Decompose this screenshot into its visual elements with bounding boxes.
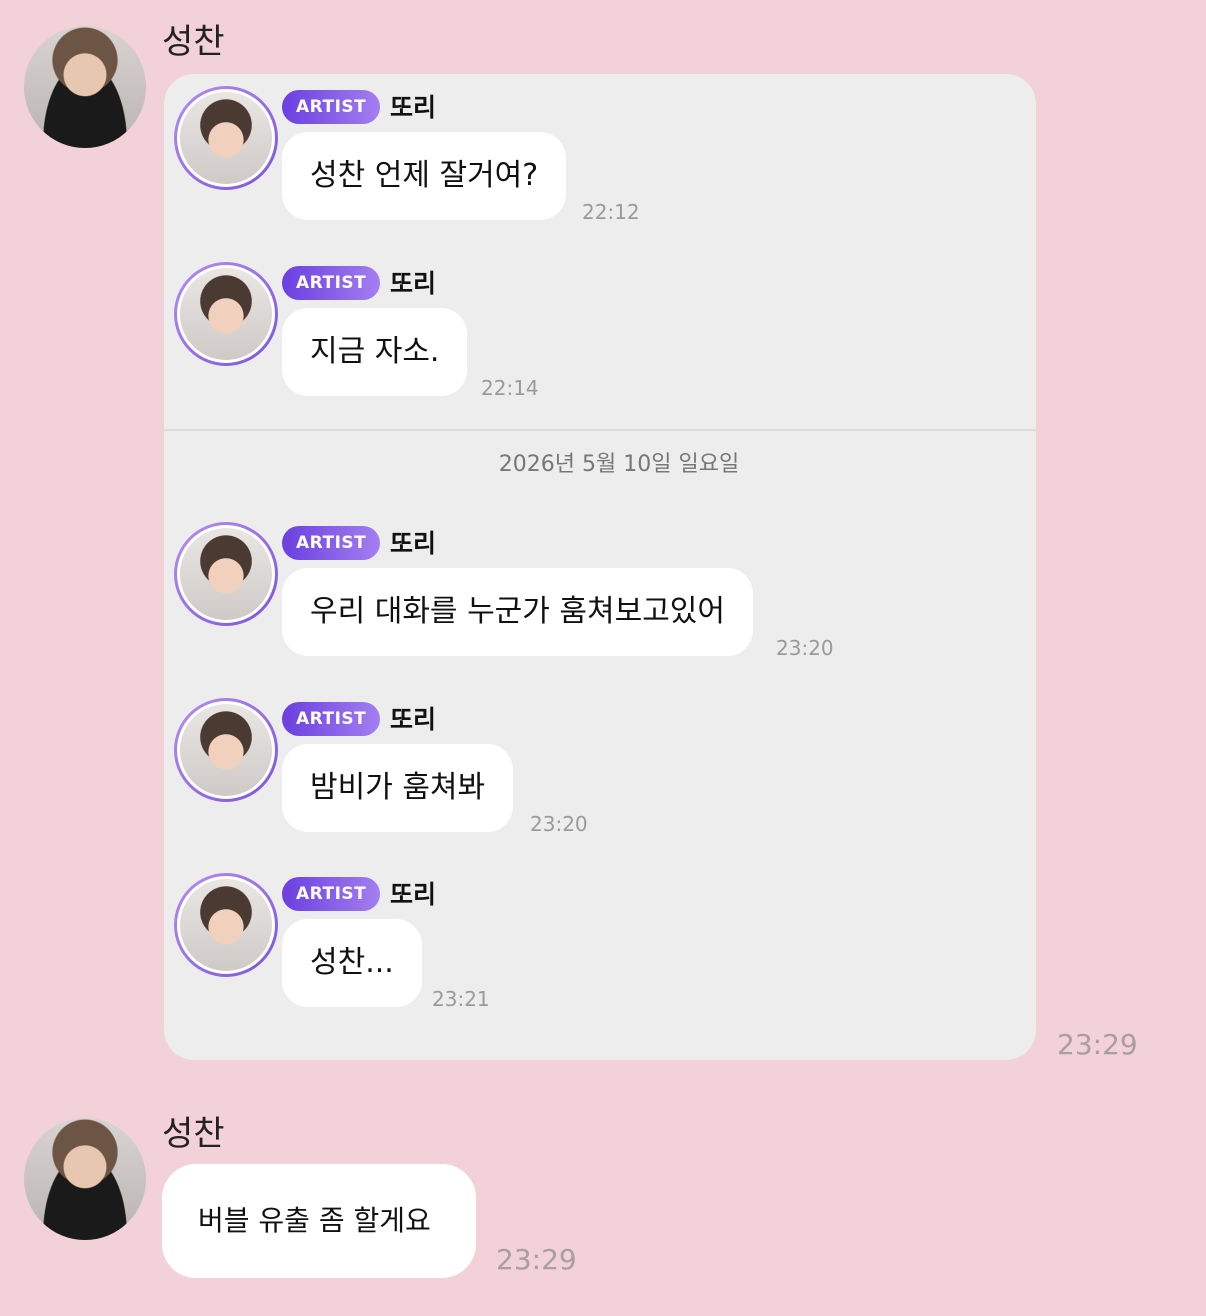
- post-time: 23:29: [1057, 1028, 1138, 1061]
- artist-name: 또리: [390, 269, 437, 298]
- quoted-message: ARTIST 또리 우리 대화를 누군가 훔쳐보고있어 23:20: [174, 510, 1034, 660]
- message-bubble: 밤비가 훔쳐봐: [282, 744, 514, 832]
- quoted-message: ARTIST 또리 성찬 언제 잘거여? 22:12: [174, 74, 1034, 224]
- artist-avatar: [174, 698, 278, 802]
- quoted-message: ARTIST 또리 밤비가 훔쳐봐 23:20: [174, 686, 1034, 836]
- artist-badge: ARTIST: [282, 266, 381, 300]
- artist-name: 또리: [390, 880, 437, 909]
- post-time: 23:29: [496, 1243, 577, 1276]
- artist-avatar: [174, 86, 278, 190]
- date-divider-line: [164, 429, 1036, 431]
- sender-name: 성찬: [162, 22, 225, 62]
- artist-avatar: [174, 873, 278, 977]
- artist-name: 또리: [390, 529, 437, 558]
- quoted-message: ARTIST 또리 성찬... 23:21: [174, 861, 1034, 1011]
- message-bubble: 버블 유출 좀 할게요: [162, 1164, 476, 1278]
- artist-name: 또리: [390, 93, 437, 122]
- message-bubble: 지금 자소.: [282, 308, 468, 396]
- artist-badge: ARTIST: [282, 526, 381, 560]
- date-divider-label: 2026년 5월 10일 일요일: [498, 452, 740, 477]
- message-bubble: 성찬...: [282, 919, 422, 1007]
- message-time: 23:21: [432, 987, 490, 1011]
- message-time: 23:20: [530, 812, 588, 836]
- message-bubble: 성찬 언제 잘거여?: [282, 132, 567, 220]
- message-time: 22:14: [481, 376, 539, 400]
- message-time: 23:20: [776, 636, 834, 660]
- message-time: 22:12: [582, 200, 640, 224]
- artist-avatar: [174, 522, 278, 626]
- sender-avatar[interactable]: [24, 1118, 146, 1240]
- artist-badge: ARTIST: [282, 877, 381, 911]
- sender-avatar[interactable]: [24, 26, 146, 148]
- message-bubble: 우리 대화를 누군가 훔쳐보고있어: [282, 568, 754, 656]
- artist-name: 또리: [390, 705, 437, 734]
- sender-name: 성찬: [162, 1114, 225, 1154]
- artist-badge: ARTIST: [282, 90, 381, 124]
- artist-badge: ARTIST: [282, 702, 381, 736]
- artist-avatar: [174, 262, 278, 366]
- quoted-chat-screenshot[interactable]: ARTIST 또리 성찬 언제 잘거여? 22:12 ARTIST 또리 지금 …: [164, 74, 1036, 1060]
- quoted-message: ARTIST 또리 지금 자소. 22:14: [174, 250, 1034, 400]
